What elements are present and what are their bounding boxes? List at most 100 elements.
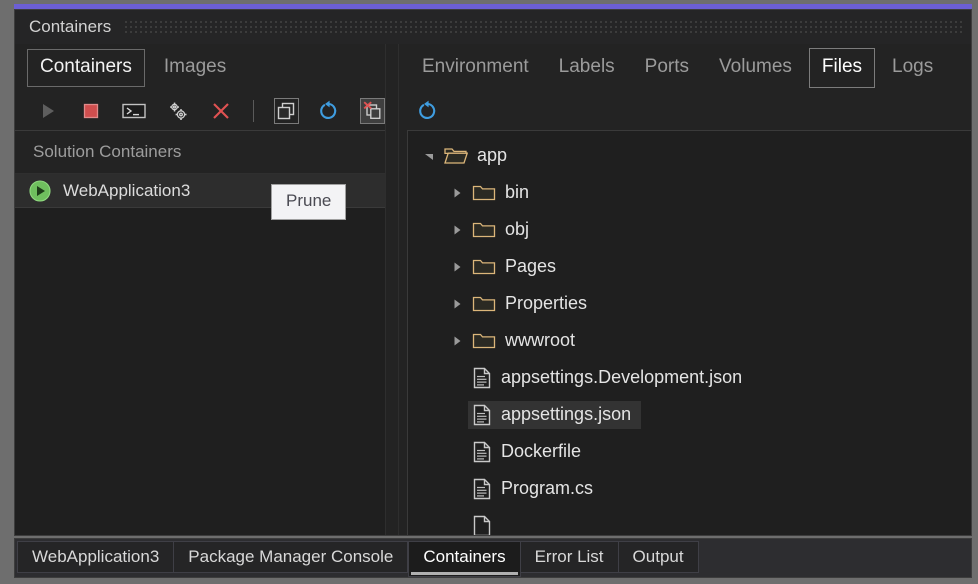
- folder-icon: [472, 183, 496, 202]
- tree-item-label: app: [477, 145, 508, 165]
- prune-button[interactable]: [359, 98, 385, 124]
- solution-containers-header: Solution Containers: [15, 130, 385, 174]
- bottom-tab-containers[interactable]: Containers: [408, 541, 521, 577]
- tree-item-wwwroot-content: wwwroot: [468, 327, 585, 354]
- bottom-tab-error-list[interactable]: Error List: [520, 541, 619, 573]
- pane-splitter[interactable]: [385, 44, 399, 535]
- tree-item-appsettings-development-json[interactable]: appsettings.Development.json: [408, 359, 971, 396]
- show-all-containers-button[interactable]: [273, 98, 299, 124]
- tree-item-appsettings-development-json-content: appsettings.Development.json: [468, 364, 752, 392]
- tab-ports[interactable]: Ports: [632, 48, 702, 88]
- prune-tooltip-text: Prune: [286, 191, 332, 210]
- chevron-right-icon[interactable]: [446, 293, 468, 315]
- tab-files[interactable]: Files: [808, 48, 876, 88]
- bottom-tabstrip: WebApplication3 Package Manager Console …: [14, 538, 972, 578]
- tree-item-label: Program.cs: [501, 478, 594, 498]
- file-icon: [472, 441, 492, 463]
- tree-item-label: obj: [505, 219, 530, 239]
- file-icon: [472, 404, 492, 426]
- bottom-tab-label: Error List: [534, 547, 604, 566]
- refresh-circular-arrow-icon: [417, 100, 439, 122]
- titlebar-drag-handle[interactable]: [125, 21, 965, 33]
- stop-button[interactable]: [78, 98, 103, 124]
- tree-item-obj[interactable]: obj: [408, 211, 971, 248]
- file-icon: [472, 478, 492, 500]
- chevron-right-icon[interactable]: [446, 256, 468, 278]
- containers-tool-window: Containers Containers Images Solution Co…: [14, 9, 972, 536]
- refresh-circular-arrow-icon: [318, 100, 340, 122]
- file-icon: [472, 515, 492, 535]
- tree-item-appsettings-json-content: appsettings.json: [468, 400, 642, 429]
- tree-item-label: appsettings.Development.json: [501, 367, 743, 387]
- tree-item-clipped[interactable]: [408, 507, 971, 535]
- bottom-tab-output[interactable]: Output: [618, 541, 699, 573]
- close-x-icon: [211, 101, 231, 121]
- stop-square-icon: [82, 102, 100, 120]
- tree-item-obj-content: obj: [468, 216, 539, 243]
- tab-labels[interactable]: Labels: [546, 48, 628, 88]
- tree-item-dockerfile[interactable]: Dockerfile: [408, 433, 971, 470]
- tree-item-wwwroot[interactable]: wwwroot: [408, 322, 971, 359]
- tree-item-label: wwwroot: [505, 330, 576, 350]
- active-tab-underline: [411, 572, 518, 575]
- file-tree-container[interactable]: app bin obj Pages Properties wwwroot app…: [407, 130, 971, 535]
- tree-item-program-cs-content: Program.cs: [468, 475, 603, 503]
- open-terminal-button[interactable]: [121, 98, 147, 124]
- settings-button[interactable]: [165, 98, 190, 124]
- prune-tooltip: Prune: [271, 184, 347, 220]
- remove-button[interactable]: [208, 98, 233, 124]
- containers-left-pane: Containers Images Solution Containers We…: [15, 44, 385, 535]
- tab-ports-label: Ports: [644, 56, 690, 77]
- tree-item-label: appsettings.json: [501, 404, 632, 424]
- tree-item-appsettings-json[interactable]: appsettings.json: [408, 396, 971, 433]
- tab-volumes[interactable]: Volumes: [706, 48, 805, 88]
- chevron-right-icon[interactable]: [446, 219, 468, 241]
- folder-icon: [472, 257, 496, 276]
- container-detail-pane: Environment Labels Ports Volumes Files L…: [399, 44, 971, 535]
- tab-volumes-label: Volumes: [719, 56, 792, 77]
- detail-tabstrip: Environment Labels Ports Volumes Files L…: [399, 44, 971, 92]
- start-button[interactable]: [35, 98, 60, 124]
- tab-environment[interactable]: Environment: [409, 48, 542, 88]
- chevron-right-icon[interactable]: [446, 330, 468, 352]
- files-toolbar: [399, 92, 971, 130]
- tool-window-title: Containers: [29, 17, 112, 36]
- refresh-files-button[interactable]: [415, 98, 441, 124]
- file-tree: app bin obj Pages Properties wwwroot app…: [408, 131, 971, 535]
- bottom-tab-package-manager-console[interactable]: Package Manager Console: [174, 541, 409, 573]
- containers-toolbar: [15, 92, 385, 130]
- tree-item-label: Properties: [505, 293, 588, 313]
- bottom-tab-label: Output: [632, 547, 684, 566]
- bottom-tab-label: Containers: [423, 547, 506, 566]
- refresh-button[interactable]: [317, 98, 342, 124]
- chevron-down-icon[interactable]: [418, 145, 440, 167]
- tree-item-bin[interactable]: bin: [408, 174, 971, 211]
- tree-item-pages[interactable]: Pages: [408, 248, 971, 285]
- bottom-tab-webapplication3[interactable]: WebApplication3: [17, 541, 175, 573]
- tab-labels-label: Labels: [558, 56, 615, 77]
- toolbar-separator: [253, 100, 254, 122]
- chevron-right-icon[interactable]: [446, 182, 468, 204]
- tool-window-titlebar[interactable]: Containers: [15, 10, 971, 44]
- tree-item-program-cs[interactable]: Program.cs: [408, 470, 971, 507]
- tab-images[interactable]: Images: [151, 49, 239, 87]
- tree-item-dockerfile-content: Dockerfile: [468, 438, 591, 466]
- tree-item-properties[interactable]: Properties: [408, 285, 971, 322]
- left-pane-tabstrip: Containers Images: [15, 44, 385, 92]
- solution-containers-label: Solution Containers: [33, 142, 182, 161]
- tab-logs[interactable]: Logs: [879, 48, 946, 88]
- container-list: WebApplication3: [15, 174, 385, 535]
- tree-item-clipped-content: [468, 512, 511, 535]
- tree-item-label: bin: [505, 182, 530, 202]
- tree-item-app[interactable]: app: [408, 137, 971, 174]
- tab-files-label: Files: [821, 56, 863, 77]
- tab-containers[interactable]: Containers: [27, 49, 145, 87]
- bottom-tab-label: WebApplication3: [32, 547, 160, 566]
- tool-window-body: Containers Images Solution Containers We…: [15, 44, 971, 535]
- tab-images-label: Images: [163, 56, 227, 77]
- folder-icon: [472, 294, 496, 313]
